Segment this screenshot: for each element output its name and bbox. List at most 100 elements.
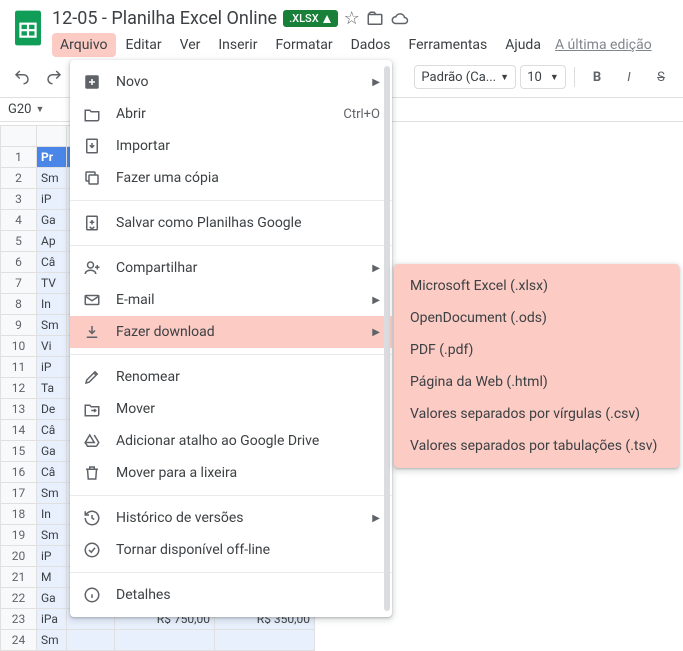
menu-item-label: Importar: [116, 138, 380, 154]
rename-icon: [82, 367, 102, 387]
cloud-icon[interactable]: [390, 10, 410, 28]
menu-formatar[interactable]: Formatar: [267, 33, 340, 57]
menu-item-histórico-de-versões[interactable]: Histórico de versões▶: [70, 502, 392, 534]
row-header[interactable]: 24: [1, 630, 37, 651]
row-header[interactable]: 6: [1, 252, 37, 273]
download-option[interactable]: OpenDocument (.ods): [394, 302, 679, 334]
row-header[interactable]: 16: [1, 462, 37, 483]
row-header[interactable]: 3: [1, 189, 37, 210]
menu-item-detalhes[interactable]: Detalhes: [70, 579, 392, 611]
row-header[interactable]: 23: [1, 609, 37, 630]
menu-item-fazer-download[interactable]: Fazer download ▶: [70, 316, 392, 348]
row-header[interactable]: 9: [1, 315, 37, 336]
download-option[interactable]: Página da Web (.html): [394, 366, 679, 398]
row-header[interactable]: 8: [1, 294, 37, 315]
row-header[interactable]: 19: [1, 525, 37, 546]
font-select[interactable]: Padrão (Ca...▼: [414, 65, 516, 89]
menu-dados[interactable]: Dados: [343, 33, 399, 57]
menu-ajuda[interactable]: Ajuda: [497, 33, 549, 57]
shortcut: Ctrl+O: [343, 107, 380, 122]
menu-item-importar[interactable]: Importar: [70, 130, 392, 162]
row-header[interactable]: 15: [1, 441, 37, 462]
download-icon: [82, 322, 102, 342]
menu-item-adicionar-atalho-ao-google-drive[interactable]: Adicionar atalho ao Google Drive: [70, 425, 392, 457]
row-header[interactable]: 12: [1, 378, 37, 399]
menu-item-renomear[interactable]: Renomear: [70, 361, 392, 393]
submenu-arrow-icon: ▶: [372, 77, 380, 88]
trash-icon: [82, 463, 102, 483]
row-header[interactable]: 22: [1, 588, 37, 609]
plus-box-icon: [82, 72, 102, 92]
menu-scrollbar[interactable]: [384, 66, 390, 611]
menu-arquivo[interactable]: Arquivo: [52, 33, 116, 57]
menu-item-compartilhar[interactable]: Compartilhar▶: [70, 252, 392, 284]
offline-icon: [82, 540, 102, 560]
row-header[interactable]: 7: [1, 273, 37, 294]
xlsx-badge: .XLSX: [283, 10, 338, 27]
menu-item-label: Salvar como Planilhas Google: [116, 215, 380, 231]
row-header[interactable]: 21: [1, 567, 37, 588]
menu-inserir[interactable]: Inserir: [210, 33, 265, 57]
row-header[interactable]: 11: [1, 357, 37, 378]
menu-ver[interactable]: Ver: [172, 33, 209, 57]
italic-button[interactable]: I: [615, 63, 643, 91]
submenu-arrow-icon: ▶: [372, 327, 380, 338]
row-header[interactable]: 14: [1, 420, 37, 441]
copy-icon: [82, 168, 102, 188]
star-icon[interactable]: ☆: [344, 8, 360, 29]
menu-item-label: Fazer uma cópia: [116, 170, 380, 186]
download-option[interactable]: Microsoft Excel (.xlsx): [394, 270, 679, 302]
row-header[interactable]: 1: [1, 147, 37, 168]
info-icon: [82, 585, 102, 605]
name-box[interactable]: G20▼: [8, 102, 68, 117]
mail-icon: [82, 290, 102, 310]
menubar: Arquivo Editar Ver Inserir Formatar Dado…: [52, 33, 675, 57]
strike-button[interactable]: S: [647, 63, 675, 91]
menu-item-label: Tornar disponível off-line: [116, 542, 380, 558]
menu-item-label: E-mail: [116, 292, 358, 308]
font-size-select[interactable]: 10▼: [520, 65, 566, 89]
menu-item-abrir[interactable]: AbrirCtrl+O: [70, 98, 392, 130]
menu-ferramentas[interactable]: Ferramentas: [401, 33, 496, 57]
row-header[interactable]: 18: [1, 504, 37, 525]
download-option[interactable]: Valores separados por vírgulas (.csv): [394, 398, 679, 430]
document-title[interactable]: 12-05 - Planilha Excel Online: [52, 8, 277, 29]
last-edit-link[interactable]: A última edição: [551, 33, 652, 57]
row-header[interactable]: 20: [1, 546, 37, 567]
menu-item-label: Mover para a lixeira: [116, 465, 380, 481]
sheets-logo[interactable]: [8, 8, 48, 48]
menu-item-label: Histórico de versões: [116, 510, 358, 526]
row-header[interactable]: 2: [1, 168, 37, 189]
file-menu: Novo ▶ AbrirCtrl+O Importar Fazer uma cópia S…: [70, 60, 392, 617]
download-option[interactable]: Valores separados por tabulações (.tsv): [394, 430, 679, 462]
row-header[interactable]: 4: [1, 210, 37, 231]
menu-item-label: Detalhes: [116, 587, 380, 603]
app-header: 12-05 - Planilha Excel Online .XLSX ☆ Ar…: [0, 0, 683, 57]
menu-item-label: Novo: [116, 74, 358, 90]
menu-item-tornar-disponível-off-line[interactable]: Tornar disponível off-line: [70, 534, 392, 566]
redo-button[interactable]: [40, 63, 68, 91]
menu-item-label: Renomear: [116, 369, 380, 385]
menu-item-fazer-uma-cópia[interactable]: Fazer uma cópia: [70, 162, 392, 194]
person-add-icon: [82, 258, 102, 278]
menu-item-label: Adicionar atalho ao Google Drive: [116, 433, 380, 449]
drive-add-icon: [82, 431, 102, 451]
move-icon: [82, 399, 102, 419]
download-option[interactable]: PDF (.pdf): [394, 334, 679, 366]
download-submenu: Microsoft Excel (.xlsx)OpenDocument (.od…: [394, 264, 679, 468]
row-header[interactable]: 10: [1, 336, 37, 357]
menu-item-salvar-como-planilhas-google[interactable]: Salvar como Planilhas Google: [70, 207, 392, 239]
menu-item-e-mail[interactable]: E-mail▶: [70, 284, 392, 316]
folder-icon: [82, 104, 102, 124]
row-header[interactable]: 13: [1, 399, 37, 420]
menu-item-mover-para-a-lixeira[interactable]: Mover para a lixeira: [70, 457, 392, 489]
menu-editar[interactable]: Editar: [118, 33, 170, 57]
row-header[interactable]: 5: [1, 231, 37, 252]
menu-item-mover[interactable]: Mover: [70, 393, 392, 425]
undo-button[interactable]: [8, 63, 36, 91]
menu-item-novo[interactable]: Novo ▶: [70, 66, 392, 98]
menu-item-label: Fazer download: [116, 324, 358, 340]
row-header[interactable]: 17: [1, 483, 37, 504]
move-icon[interactable]: [366, 10, 384, 28]
bold-button[interactable]: B: [583, 63, 611, 91]
